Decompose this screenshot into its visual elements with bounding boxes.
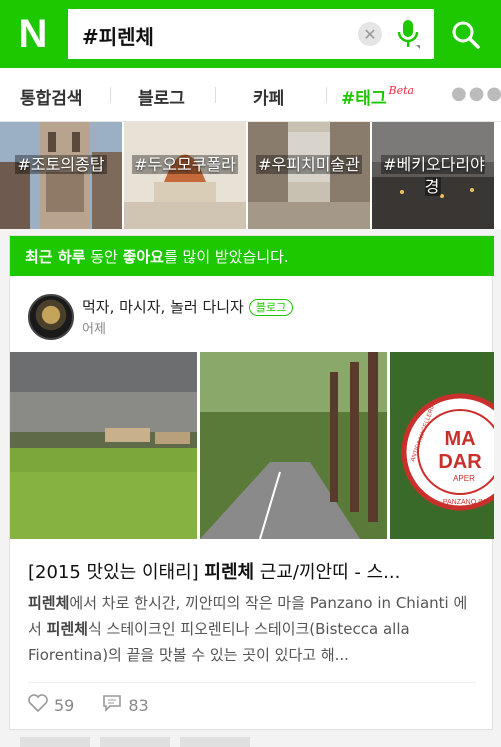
post-photo[interactable] bbox=[200, 352, 387, 539]
like-count: 59 bbox=[54, 695, 75, 715]
comment-count: 83 bbox=[128, 695, 149, 715]
tab-integrated[interactable]: 통합검색 bbox=[20, 84, 83, 109]
photo-strip[interactable]: MA DAR APER PANZANO IN ANTICA MACELLERIA bbox=[10, 352, 494, 539]
tab-divider bbox=[110, 87, 111, 103]
search-input[interactable]: #피렌체 bbox=[82, 21, 154, 50]
tag-label: #조토의종탑 bbox=[15, 155, 107, 174]
post-description[interactable]: 피렌체에서 차로 한시간, 끼안띠의 작은 마을 Panzano in Chia… bbox=[28, 590, 480, 668]
tag-label: #두오모쿠폴라 bbox=[132, 155, 238, 174]
post-title[interactable]: [2015 맛있는 이태리] 피렌체 근교/끼안띠 - 스... bbox=[28, 558, 478, 584]
header-bar: N #피렌체 ✕ bbox=[0, 0, 501, 68]
tab-tag[interactable]: #태그 Beta bbox=[341, 84, 414, 109]
comment-icon[interactable] bbox=[102, 694, 122, 716]
tag-thumbnail[interactable]: #조토의종탑 bbox=[0, 122, 122, 229]
tab-divider bbox=[215, 87, 216, 103]
tag-thumbnail[interactable]: #베키오다리야경 bbox=[372, 122, 494, 229]
search-icon[interactable] bbox=[436, 9, 494, 59]
post-time: 어제 bbox=[82, 322, 106, 337]
tag-thumbnail[interactable]: #우피치미술관 bbox=[248, 122, 370, 229]
author-name[interactable]: 먹자, 마시자, 놀러 다니자 블로그 bbox=[82, 296, 294, 317]
blog-badge: 블로그 bbox=[248, 299, 294, 316]
post-card[interactable]: 최근 하루 동안 좋아요를 많이 받았습니다. 먹자, 마시자, 놀러 다니자 블… bbox=[9, 235, 494, 730]
tag-label: #베키오다리야경 bbox=[381, 155, 485, 196]
beta-badge: Beta bbox=[388, 84, 415, 97]
tag-thumbnail-strip: #조토의종탑 #두오모쿠폴라 #우피치미술관 #베키오다리야경 bbox=[0, 122, 501, 229]
tab-bar: 통합검색 블로그 카페 #태그 Beta ●●● bbox=[0, 68, 501, 122]
svg-text:PANZANO IN: PANZANO IN bbox=[443, 499, 485, 506]
tab-cafe[interactable]: 카페 bbox=[253, 84, 284, 109]
tab-tag-label: #태그 bbox=[341, 89, 387, 109]
tab-blog[interactable]: 블로그 bbox=[138, 84, 185, 109]
next-card-peek bbox=[20, 737, 250, 747]
naver-logo[interactable]: N bbox=[6, 8, 60, 60]
post-stats: 59 83 bbox=[28, 694, 149, 716]
post-photo[interactable]: MA DAR APER PANZANO IN ANTICA MACELLERIA bbox=[390, 352, 494, 539]
avatar[interactable] bbox=[28, 294, 74, 340]
tag-thumbnail[interactable]: #두오모쿠폴라 bbox=[124, 122, 246, 229]
search-box[interactable]: #피렌체 ✕ bbox=[68, 9, 434, 59]
divider bbox=[28, 682, 476, 683]
svg-text:APER: APER bbox=[453, 474, 475, 483]
svg-text:MA: MA bbox=[444, 428, 475, 450]
tag-label: #우피치미술관 bbox=[256, 155, 362, 174]
clear-icon[interactable]: ✕ bbox=[358, 22, 382, 46]
popular-banner: 최근 하루 동안 좋아요를 많이 받았습니다. bbox=[10, 236, 494, 276]
mic-icon[interactable] bbox=[390, 15, 426, 53]
tab-divider bbox=[326, 87, 327, 103]
post-photo[interactable] bbox=[10, 352, 197, 539]
heart-icon[interactable] bbox=[28, 694, 48, 716]
svg-text:DAR: DAR bbox=[438, 451, 482, 473]
more-icon[interactable]: ●●● bbox=[451, 83, 501, 104]
